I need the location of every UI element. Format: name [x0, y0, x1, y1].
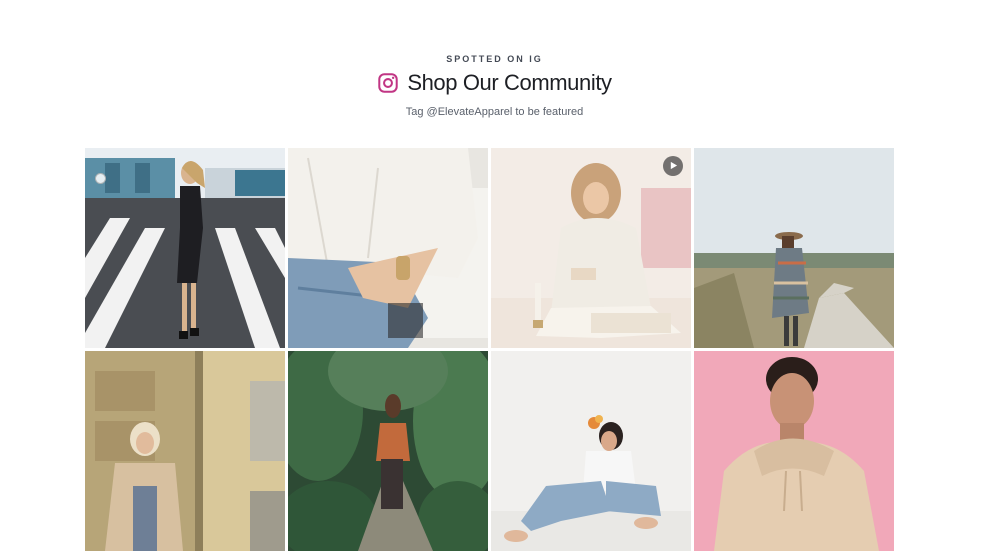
photo-woman-beige-coat: [85, 351, 285, 551]
gallery-post-8[interactable]: [694, 351, 894, 551]
gallery-post-3[interactable]: [491, 148, 691, 348]
photo-woman-crosswalk: [85, 148, 285, 348]
photo-man-hoodie: [694, 351, 894, 551]
photo-woman-flowers: [491, 351, 691, 551]
play-icon: [669, 157, 678, 175]
photo-woman-countryside: [694, 148, 894, 348]
gallery-post-4[interactable]: [694, 148, 894, 348]
gallery-post-2[interactable]: [288, 148, 488, 348]
carousel-dot: [95, 173, 106, 184]
instagram-gallery: [85, 148, 896, 554]
gallery-post-6[interactable]: [288, 351, 488, 551]
instagram-icon: [377, 72, 399, 94]
gallery-post-1[interactable]: [85, 148, 285, 348]
photo-white-shirt-jeans: [288, 148, 488, 348]
gallery-post-5[interactable]: [85, 351, 285, 551]
subtitle: Tag @ElevateApparel to be featured: [405, 106, 584, 118]
photo-woman-jungle-path: [288, 351, 488, 551]
gallery-post-7[interactable]: [491, 351, 691, 551]
video-badge: [663, 156, 683, 176]
eyebrow-label: SPOTTED ON IG: [446, 54, 543, 64]
photo-woman-sweater-candle: [491, 148, 691, 348]
title-row: Shop Our Community: [0, 70, 989, 96]
page-title: Shop Our Community: [407, 70, 612, 95]
